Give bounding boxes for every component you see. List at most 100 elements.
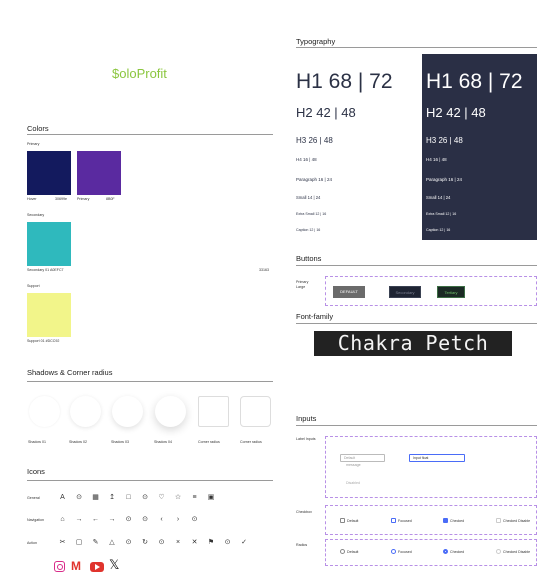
shadow-04 (155, 396, 186, 427)
icon-0-8-icon[interactable]: ≡ (190, 494, 199, 502)
swatch-primary (77, 151, 121, 195)
inputs-frame (325, 436, 537, 498)
icon-1-5-icon[interactable]: ⊙ (141, 516, 150, 524)
radio-label: Focused (398, 550, 412, 554)
swatch-secondary (27, 222, 71, 266)
icon-2-2-icon[interactable]: ✎ (91, 539, 100, 547)
checkbox-checked-disabled[interactable] (496, 518, 501, 523)
icon-2-6-icon[interactable]: ⊙ (157, 539, 166, 547)
type-h4: H4 16 | 48 (296, 157, 317, 162)
type-h2: H2 42 | 48 (296, 105, 356, 120)
colors-rule (27, 134, 273, 135)
type-h2-dark: H2 42 | 48 (426, 105, 486, 120)
icon-0-6-icon[interactable]: ♡ (157, 494, 166, 502)
type-small-dark: Small 14 | 24 (426, 195, 451, 200)
icon-1-8-icon[interactable]: ⊙ (190, 516, 199, 524)
youtube-icon[interactable] (90, 562, 104, 572)
instagram-icon[interactable] (54, 561, 65, 572)
shadow-caption: Corner radius (198, 440, 220, 444)
radio-label: Checked (450, 550, 465, 554)
icons-row-label: Navigation (27, 518, 44, 522)
tertiary-button[interactable]: Tertiary (437, 286, 465, 298)
shadows-title: Shadows & Corner radius (27, 368, 113, 377)
primary-hex: 8B0F (106, 197, 115, 201)
shadow-caption: Shadow 03 (111, 440, 129, 444)
secondary-caption: Secondary 01 A0EFC7 (27, 268, 64, 272)
shadow-02 (70, 396, 101, 427)
icon-2-0-icon[interactable]: ✂ (58, 539, 67, 547)
inputs-title: Inputs (296, 414, 317, 423)
icon-2-9-icon[interactable]: ⚑ (207, 539, 216, 547)
font-family-title: Font-family (296, 312, 334, 321)
shadow-caption: Shadow 01 (28, 440, 46, 444)
x-icon[interactable]: 𝕏 (109, 558, 119, 572)
support-label: Support (27, 284, 40, 288)
secondary-right: 33163 (259, 268, 269, 272)
icon-0-4-icon[interactable]: □ (124, 494, 133, 502)
gmail-icon[interactable]: M (71, 559, 81, 573)
icon-2-4-icon[interactable]: ⊙ (124, 539, 133, 547)
corner-radius-02 (240, 396, 271, 427)
brand-logo: $oloProfit (112, 66, 167, 81)
input-message: message (346, 463, 361, 467)
icons-row-label: Action (27, 541, 37, 545)
hover-hex: 30699e (55, 197, 67, 201)
icon-0-5-icon[interactable]: ⊙ (141, 494, 150, 502)
default-input-placeholder: Default (344, 456, 356, 460)
radios-row-label: Radios (296, 543, 308, 547)
checkbox-row-label: Checkbox (296, 510, 312, 514)
typography-title: Typography (296, 37, 336, 46)
icon-0-0-icon[interactable]: A (58, 494, 67, 502)
icon-0-3-icon[interactable]: ↥ (108, 494, 117, 502)
icon-2-10-icon[interactable]: ⊙ (223, 539, 232, 547)
typography-dark-clip: H1 68 | 72 H2 42 | 48 H3 26 | 48 H4 16 |… (422, 54, 537, 240)
icon-1-6-icon[interactable]: ‹ (157, 516, 166, 524)
icon-1-2-icon[interactable]: ← (91, 516, 100, 524)
type-h1-dark: H1 68 | 72 (426, 70, 523, 93)
shadows-rule (27, 381, 273, 382)
float-input-value: Input float (413, 456, 429, 460)
icon-1-3-icon[interactable]: → (108, 516, 117, 524)
radio-focused[interactable] (391, 549, 396, 554)
secondary-button[interactable]: Secondary (389, 286, 421, 298)
default-button[interactable]: DEFAULT (333, 286, 365, 298)
checkbox-focused[interactable] (391, 518, 396, 523)
icon-2-3-icon[interactable]: △ (108, 539, 117, 547)
shadow-caption: Shadow 04 (154, 440, 172, 444)
radio-checked[interactable] (443, 549, 448, 554)
icon-1-0-icon[interactable]: ⌂ (58, 516, 67, 524)
shadow-caption: Corner radius (240, 440, 262, 444)
radio-checked-disabled[interactable] (496, 549, 501, 554)
radio-default[interactable] (340, 549, 345, 554)
icon-1-7-icon[interactable]: › (174, 516, 183, 524)
default-input[interactable]: Default (340, 454, 385, 462)
swatch-support (27, 293, 71, 337)
icon-0-7-icon[interactable]: ☆ (174, 494, 183, 502)
swatch-hover (27, 151, 71, 195)
icon-0-9-icon[interactable]: ▣ (207, 494, 216, 502)
icon-2-7-icon[interactable]: × (174, 539, 183, 547)
icon-0-1-icon[interactable]: ⊙ (75, 494, 84, 502)
icon-2-11-icon[interactable]: ✓ (240, 539, 249, 547)
colors-title: Colors (27, 124, 49, 133)
checkbox-checked[interactable] (443, 518, 448, 523)
icon-1-4-icon[interactable]: ⊙ (124, 516, 133, 524)
checkbox-label: Default (347, 519, 359, 523)
support-caption: Support 01 #DCC92 (27, 339, 60, 343)
shadow-caption: Shadow 02 (69, 440, 87, 444)
icon-2-8-icon[interactable]: ✕ (190, 539, 199, 547)
label-inputs-label: Label Inputs (296, 437, 316, 441)
icon-0-2-icon[interactable]: ▦ (91, 494, 100, 502)
shadow-01 (29, 396, 60, 427)
primary-name: Primary (77, 197, 90, 201)
type-caption: Caption 12 | 16 (296, 228, 321, 232)
type-extra-small-dark: Extra Small 12 | 16 (426, 212, 457, 216)
icon-1-1-icon[interactable]: → (75, 516, 84, 524)
icons-title: Icons (27, 467, 45, 476)
checkbox-default[interactable] (340, 518, 345, 523)
typography-rule (296, 47, 537, 48)
icon-2-1-icon[interactable]: ▢ (75, 539, 84, 547)
icon-2-5-icon[interactable]: ↻ (141, 539, 150, 547)
float-input[interactable]: Input float (409, 454, 465, 462)
type-h4-dark: H4 16 | 48 (426, 157, 447, 162)
